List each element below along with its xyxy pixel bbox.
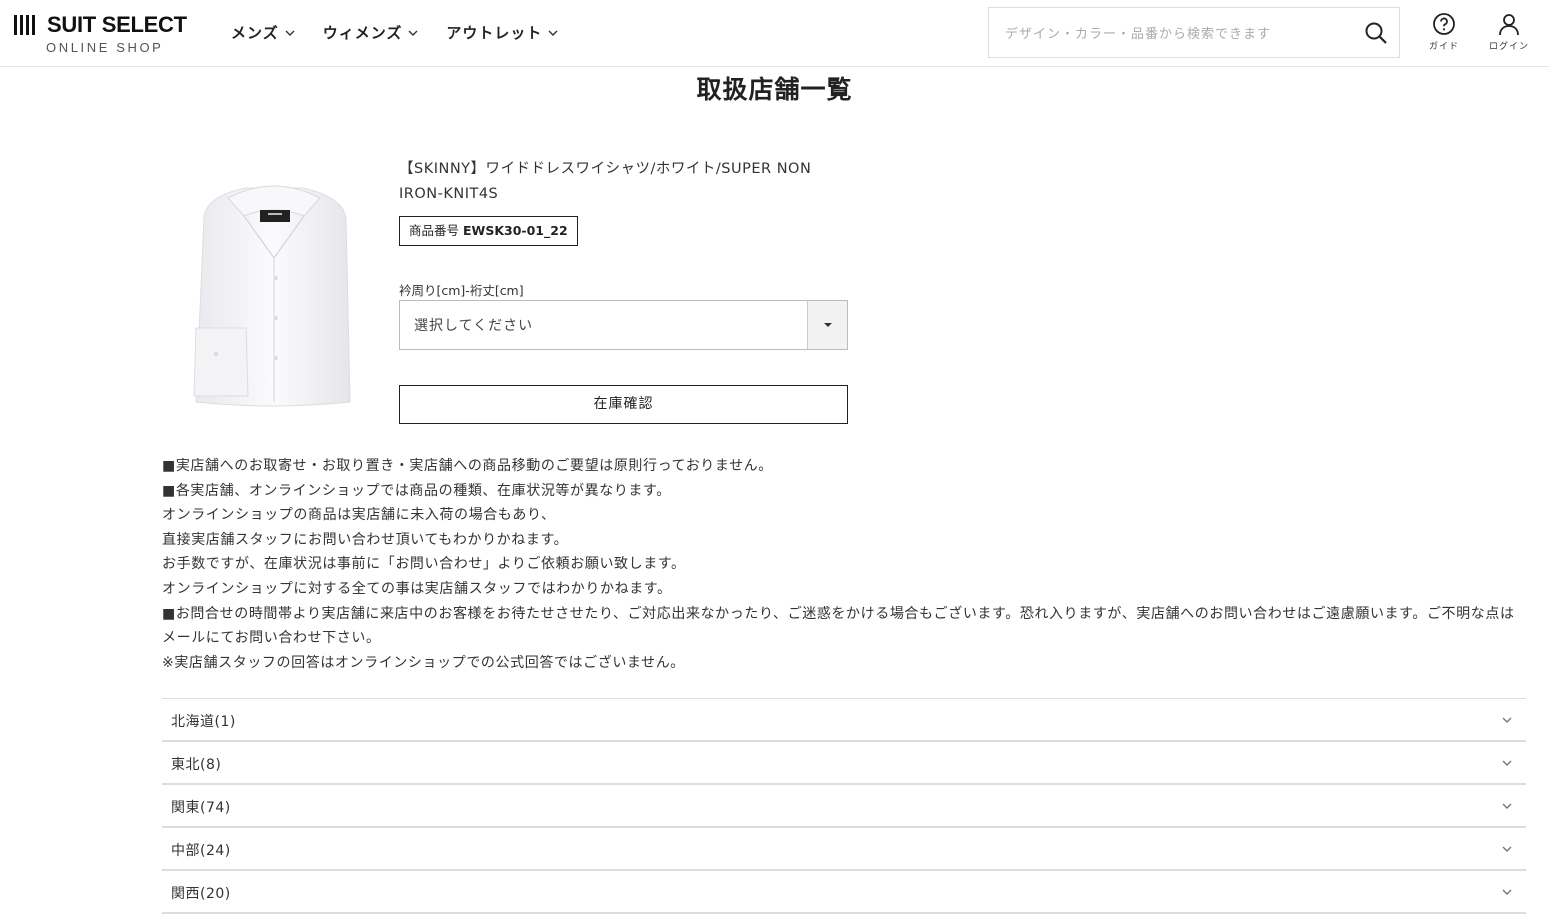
region-label: 北海道(1) bbox=[171, 714, 236, 730]
caret-down-icon bbox=[823, 323, 832, 327]
region-label: 関西(20) bbox=[171, 886, 231, 902]
nav-item-label: アウトレット bbox=[446, 24, 543, 42]
store-notice: ■実店舗へのお取寄せ・お取り置き・実店舗への商品移動のご要望は原則行っておりませ… bbox=[162, 454, 1526, 675]
region-chubu[interactable]: 中部(24) bbox=[162, 828, 1526, 871]
chevron-down-icon bbox=[1502, 760, 1512, 766]
size-select[interactable]: 選択してください bbox=[399, 300, 848, 350]
search-icon bbox=[1365, 22, 1387, 44]
notice-line: オンラインショップに対する全ての事は実店舗スタッフではわかりかねます。 bbox=[162, 580, 672, 597]
user-icon bbox=[1499, 14, 1519, 36]
page-title: 取扱店舗一覧 bbox=[696, 75, 853, 104]
product-code-label: 商品番号 bbox=[409, 223, 460, 238]
region-kansai[interactable]: 関西(20) bbox=[162, 871, 1526, 914]
chevron-down-icon bbox=[1502, 889, 1512, 895]
product-name: 【SKINNY】ワイドドレスワイシャツ/ホワイト/SUPER NON IRON-… bbox=[399, 161, 812, 202]
product-code: 商品番号 EWSK30-01_22 bbox=[399, 216, 578, 246]
notice-line: 直接実店舗スタッフにお問い合わせ頂いてもわかりかねます。 bbox=[162, 531, 569, 548]
region-kanto[interactable]: 関東(74) bbox=[162, 785, 1526, 828]
help-icon bbox=[1433, 13, 1455, 35]
chevron-down-icon bbox=[1502, 803, 1512, 809]
region-label: 中部(24) bbox=[171, 843, 231, 859]
region-label: 東北(8) bbox=[171, 757, 222, 773]
region-hokkaido[interactable]: 北海道(1) bbox=[162, 699, 1526, 742]
search-input[interactable] bbox=[1003, 20, 1347, 48]
guide-label: ガイド bbox=[1428, 42, 1459, 52]
main-nav: メンズ ウィメンズ アウトレット bbox=[231, 22, 586, 43]
region-label: 関東(74) bbox=[171, 800, 231, 816]
nav-item-womens[interactable]: ウィメンズ bbox=[323, 22, 419, 43]
notice-line: ※実店舗スタッフの回答はオンラインショップでの公式回答ではございません。 bbox=[162, 654, 685, 671]
notice-line: ■実店舗へのお取寄せ・お取り置き・実店舗への商品移動のご要望は原則行っておりませ… bbox=[162, 458, 773, 474]
stock-check-button[interactable]: 在庫確認 bbox=[399, 385, 848, 424]
chevron-down-icon bbox=[408, 30, 418, 36]
size-select-value: 選択してください bbox=[414, 318, 534, 334]
login-button[interactable]: ログイン bbox=[1484, 12, 1534, 56]
guide-button[interactable]: ガイド bbox=[1419, 12, 1469, 56]
notice-line: お手数ですが、在庫状況は事前に「お問い合わせ」よりご依頼お願い致します。 bbox=[162, 556, 686, 573]
size-label: 衿周り[cm]-裄丈[cm] bbox=[399, 283, 524, 298]
search-box bbox=[988, 7, 1400, 58]
shirt-image-icon bbox=[193, 185, 351, 407]
notice-line: オンラインショップの商品は実店舗に未入荷の場合もあり、 bbox=[162, 507, 556, 524]
nav-item-outlet[interactable]: アウトレット bbox=[446, 22, 558, 43]
site-logo[interactable]: SUIT SELECT ONLINE SHOP bbox=[14, 12, 194, 58]
nav-item-mens[interactable]: メンズ bbox=[231, 22, 295, 43]
login-label: ログイン bbox=[1488, 42, 1529, 52]
chevron-down-icon bbox=[548, 30, 558, 36]
select-arrow[interactable] bbox=[807, 301, 847, 349]
search-button[interactable] bbox=[1363, 20, 1389, 46]
nav-item-label: メンズ bbox=[231, 24, 279, 42]
nav-item-label: ウィメンズ bbox=[322, 24, 403, 42]
product-image bbox=[186, 178, 362, 412]
site-header: SUIT SELECT ONLINE SHOP メンズ ウィメンズ アウトレット bbox=[0, 0, 1549, 67]
logo-title: SUIT SELECT bbox=[47, 12, 187, 37]
region-accordion: 北海道(1) 東北(8) 関東(74) 中部(24) 関西(20) bbox=[162, 698, 1526, 914]
logo-subtitle: ONLINE SHOP bbox=[46, 40, 164, 55]
notice-line: ■各実店舗、オンラインショップでは商品の種類、在庫状況等が異なります。 bbox=[162, 482, 671, 499]
product-code-value: EWSK30-01_22 bbox=[463, 223, 568, 238]
chevron-down-icon bbox=[1502, 717, 1512, 723]
chevron-down-icon bbox=[285, 30, 295, 36]
chevron-down-icon bbox=[1502, 846, 1512, 852]
logo-bars-icon bbox=[14, 15, 40, 35]
notice-line: ■お問合せの時間帯より実店舗に来店中のお客様をお待たせさせたり、ご対応出来なかっ… bbox=[162, 605, 1515, 647]
region-tohoku[interactable]: 東北(8) bbox=[162, 742, 1526, 785]
